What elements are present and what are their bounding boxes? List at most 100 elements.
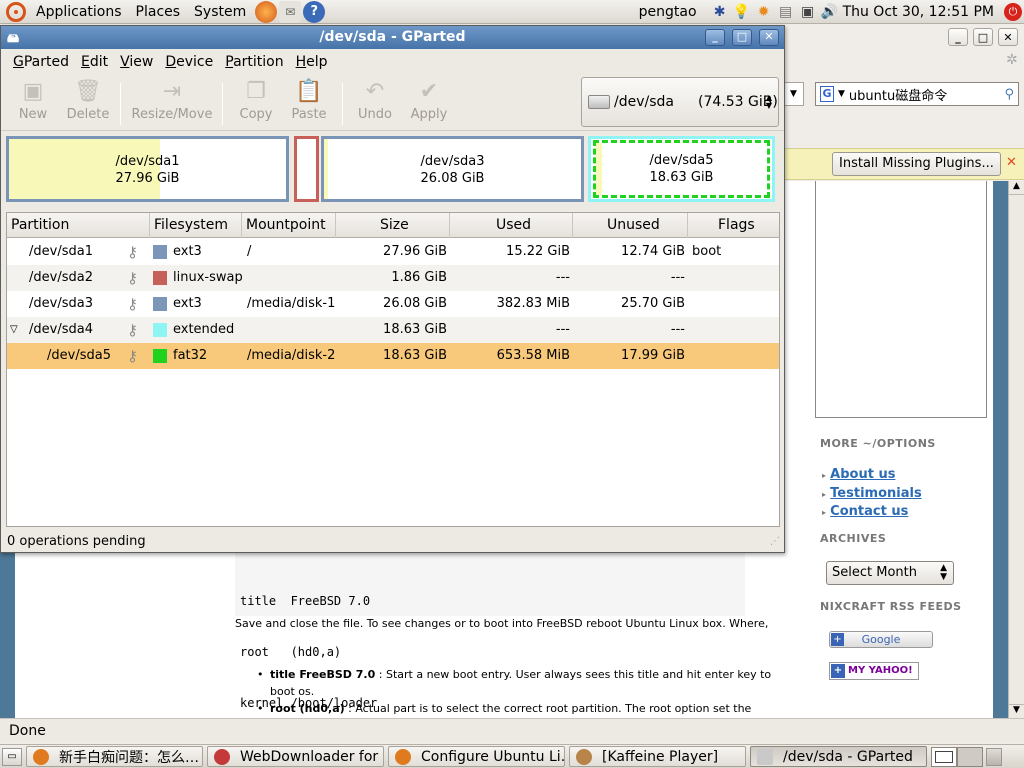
used-cell: 382.83 MiB: [496, 296, 570, 311]
copy-label: Copy: [239, 107, 273, 122]
google-engine-icon[interactable]: G: [820, 86, 834, 102]
taskbar-item[interactable]: WebDownloader for …: [207, 746, 384, 767]
table-row-selected[interactable]: /dev/sda5 ⚷ fat32 /media/disk-2 18.63 Gi…: [7, 343, 779, 369]
page-scrollbar[interactable]: ▲ ▼: [1008, 181, 1024, 718]
add-to-google-button[interactable]: + Google: [829, 631, 933, 648]
column-header-unused[interactable]: Unused: [573, 213, 688, 238]
menu-places[interactable]: Places: [129, 4, 188, 20]
add-to-my-yahoo-button[interactable]: + MY YAHOO!: [829, 662, 919, 680]
code-block: title FreeBSD 7.0 root (hd0,a) kernel /b…: [235, 553, 745, 710]
graph-sda1[interactable]: /dev/sda1 27.96 GiB: [6, 136, 289, 202]
search-box[interactable]: G ▼ ubuntu磁盘命令 ⚲: [815, 82, 1019, 106]
apply-button[interactable]: ✔ Apply: [409, 79, 449, 129]
column-header-partition[interactable]: Partition: [7, 213, 150, 238]
article-paragraph: Save and close the file. To see changes …: [235, 617, 769, 630]
column-header-size[interactable]: Size: [336, 213, 450, 238]
column-header-flags[interactable]: Flags: [688, 213, 779, 238]
ubuntu-logo-icon[interactable]: [6, 1, 26, 22]
scroll-down-icon[interactable]: ▼: [1009, 704, 1024, 718]
engine-dropdown-icon[interactable]: ▼: [838, 89, 845, 99]
column-header-used[interactable]: Used: [450, 213, 573, 238]
menu-view[interactable]: View: [114, 54, 159, 70]
partition-cell: /dev/sda3: [29, 296, 93, 311]
resize-icon: ⇥: [162, 78, 182, 104]
url-history-dropdown[interactable]: ▼: [784, 82, 804, 106]
browser-close-button[interactable]: ✕: [998, 28, 1018, 46]
resize-grip-icon[interactable]: ⋰: [770, 536, 780, 547]
webdownloader-tray-icon[interactable]: ✱: [711, 3, 729, 21]
harddisk-icon: [588, 95, 610, 109]
menu-gparted[interactable]: GParted: [7, 54, 75, 70]
expander-icon[interactable]: ▽: [10, 317, 18, 343]
install-plugins-button[interactable]: Install Missing Plugins...: [832, 152, 1001, 176]
table-row[interactable]: /dev/sda3 ⚷ ext3 /media/disk-1 26.08 GiB…: [7, 291, 779, 317]
graph-sda5[interactable]: /dev/sda5 18.63 GiB: [593, 140, 770, 198]
clock[interactable]: Thu Oct 30, 12:51 PM: [843, 4, 994, 20]
mail-launcher-icon[interactable]: ✉: [279, 0, 302, 23]
menu-help[interactable]: Help: [290, 54, 334, 70]
menu-partition[interactable]: Partition: [219, 54, 289, 70]
bullet-item: • root (hd0,a) : Actual part is to select…: [257, 700, 782, 717]
about-us-link[interactable]: About us: [830, 467, 895, 482]
new-button[interactable]: ▣ New: [13, 79, 53, 129]
filesystem-color-swatch: [153, 349, 167, 363]
toolbar-separator: [342, 83, 343, 125]
table-row[interactable]: /dev/sda2 ⚷ linux-swap 1.86 GiB --- ---: [7, 265, 779, 291]
maximize-button[interactable]: □: [732, 29, 752, 46]
power-icon[interactable]: ⏻: [1004, 2, 1022, 21]
printer-tray-icon[interactable]: ▤: [777, 3, 795, 21]
delete-button[interactable]: 🗑 Delete: [63, 79, 113, 129]
search-input[interactable]: ubuntu磁盘命令: [849, 85, 1005, 104]
gparted-menubar: GParted Edit View Device Partition Help: [1, 49, 784, 75]
taskbar-item[interactable]: 新手白痴问题：怎么…: [26, 746, 203, 767]
page-right-border: [993, 181, 1008, 718]
show-desktop-button[interactable]: ▭: [2, 747, 22, 766]
rss-title: NIXCRAFT RSS FEEDS: [820, 600, 962, 613]
resize-move-button[interactable]: ⇥ Resize/Move: [129, 79, 215, 129]
mountpoint-cell: /media/disk-2: [247, 348, 336, 363]
testimonials-link[interactable]: Testimonials: [830, 486, 922, 501]
column-header-mountpoint[interactable]: Mountpoint: [242, 213, 336, 238]
column-header-filesystem[interactable]: Filesystem: [150, 213, 242, 238]
key-icon: ⚷: [127, 321, 138, 339]
device-selector[interactable]: /dev/sda (74.53 GiB) ▲ ▼: [581, 77, 779, 127]
graph-sda5-name: /dev/sda5: [649, 153, 714, 168]
archives-select[interactable]: Select Month ▲ ▼: [826, 561, 954, 585]
update-notifier-tray-icon[interactable]: ✹: [755, 3, 773, 21]
close-button[interactable]: ✕: [759, 29, 779, 46]
menu-device[interactable]: Device: [159, 54, 219, 70]
scroll-up-icon[interactable]: ▲: [1009, 181, 1024, 195]
minimize-button[interactable]: _: [705, 29, 725, 46]
graph-sda3[interactable]: /dev/sda3 26.08 GiB: [321, 136, 584, 202]
table-row[interactable]: /dev/sda1 ⚷ ext3 / 27.96 GiB 15.22 GiB 1…: [7, 239, 779, 265]
lightbulb-tray-icon[interactable]: 💡: [733, 3, 751, 21]
undo-button[interactable]: ↶ Undo: [355, 79, 395, 129]
window-menu-icon[interactable]: 🖴: [7, 27, 19, 49]
menu-applications[interactable]: Applications: [29, 4, 129, 20]
search-icon[interactable]: ⚲: [1004, 87, 1014, 102]
workspace-2[interactable]: [957, 746, 983, 767]
browser-minimize-button[interactable]: _: [948, 28, 968, 46]
gparted-titlebar[interactable]: 🖴 /dev/sda - GParted _ □ ✕: [1, 26, 784, 49]
taskbar-item[interactable]: [Kaffeine Player]: [569, 746, 746, 767]
menu-edit[interactable]: Edit: [75, 54, 114, 70]
help-launcher-icon[interactable]: ?: [303, 0, 326, 23]
paste-button[interactable]: 📋 Paste: [289, 79, 329, 129]
table-row[interactable]: ▽ /dev/sda4 ⚷ extended 18.63 GiB --- ---: [7, 317, 779, 343]
graph-sda4-extended[interactable]: /dev/sda5 18.63 GiB: [588, 136, 775, 202]
size-cell: 1.86 GiB: [391, 270, 447, 285]
trash-applet-icon[interactable]: [986, 747, 1002, 766]
graph-sda2[interactable]: [294, 136, 319, 202]
taskbar-item[interactable]: Configure Ubuntu Li…: [388, 746, 565, 767]
firefox-launcher-icon[interactable]: [255, 0, 278, 23]
network-tray-icon[interactable]: ▣: [799, 3, 817, 21]
menu-system[interactable]: System: [187, 4, 253, 20]
volume-tray-icon[interactable]: 🔊: [821, 3, 839, 21]
browser-maximize-button[interactable]: □: [973, 28, 993, 46]
copy-button[interactable]: ❐ Copy: [236, 79, 276, 129]
close-infobar-icon[interactable]: ✕: [1006, 155, 1017, 170]
taskbar-item-active[interactable]: /dev/sda - GParted: [750, 746, 927, 767]
user-name[interactable]: pengtao: [639, 4, 697, 20]
contact-us-link[interactable]: Contact us: [830, 504, 908, 519]
workspace-1[interactable]: [931, 746, 957, 767]
